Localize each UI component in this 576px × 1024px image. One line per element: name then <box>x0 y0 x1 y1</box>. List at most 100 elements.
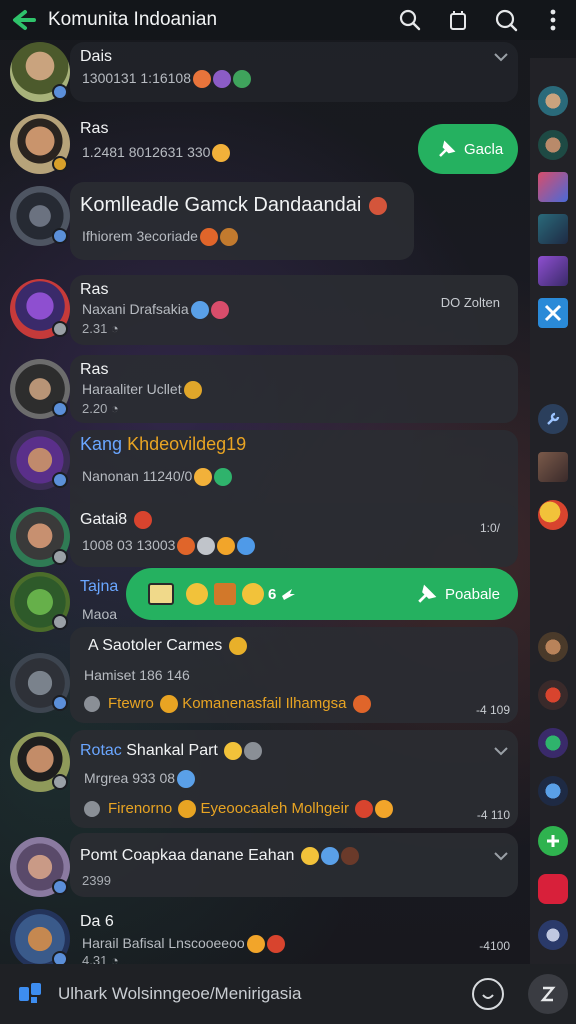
avatar[interactable] <box>10 837 70 897</box>
message-preview: Haraaliter Ucllet <box>82 381 202 400</box>
tagged-message: Firenorno Eyeoocaaleh Molhgeir <box>84 800 394 819</box>
list-item[interactable]: Da 6 Harail Bafisal Lnscooeeoo 4.31 ◔ -4… <box>0 905 530 964</box>
group-name: A Saotoler Carmes <box>88 637 247 655</box>
chevron-down-icon <box>494 53 508 62</box>
back-arrow-icon <box>13 10 36 30</box>
plus-icon <box>547 835 559 847</box>
list-item[interactable]: Rotac Shankal Part Mrgrea 933 08 Firenor… <box>0 730 530 832</box>
back-button[interactable] <box>0 0 48 40</box>
avatar[interactable] <box>10 653 70 713</box>
list-item[interactable]: Ras Naxani Drafsakia 2.31 ◔ DO Zolten <box>0 275 530 347</box>
verified-badge <box>52 84 68 100</box>
chat-search-icon <box>495 9 518 32</box>
forward-action-label: Poabale <box>444 585 500 603</box>
timestamp: 2.20 ◔ <box>82 401 119 416</box>
avatar[interactable] <box>10 186 70 246</box>
add-button[interactable] <box>538 826 568 856</box>
list-item[interactable]: Pomt Coapkaa danane Eahan 2399 <box>0 833 530 901</box>
app-logo-icon <box>19 983 41 1003</box>
verified-badge <box>52 695 68 711</box>
rail-tool-button[interactable] <box>538 404 568 434</box>
verified-badge <box>52 228 68 244</box>
contact-name: Gatai8 <box>80 511 152 529</box>
right-label: -4 109 <box>475 703 510 717</box>
emoji-icon <box>482 994 494 999</box>
sticker-icon[interactable] <box>538 874 568 904</box>
page-title: Komunita Indoanian <box>48 9 218 30</box>
message-preview: 1008 03 13003 <box>82 537 256 556</box>
avatar[interactable] <box>10 909 70 964</box>
rail-avatar[interactable] <box>538 632 568 662</box>
right-label: -4100 <box>479 939 510 953</box>
right-label: -4 110 <box>476 808 510 822</box>
avatar[interactable] <box>10 507 70 567</box>
avatar[interactable] <box>10 114 70 174</box>
attach-button[interactable] <box>528 974 568 1014</box>
timestamp: 4.31 ◔ <box>82 953 119 964</box>
shortcut-rail <box>530 58 576 964</box>
list-item[interactable]: Ras Haraaliter Ucllet 2.20 ◔ <box>0 355 530 427</box>
emoji-button[interactable] <box>472 978 504 1010</box>
verified-badge <box>52 156 68 172</box>
avatar[interactable] <box>10 42 70 102</box>
avatar[interactable] <box>10 430 70 490</box>
message-input[interactable]: Ulhark Wolsinngeoe/Menirigasia <box>58 984 472 1004</box>
right-label: 1:0/ <box>479 521 500 535</box>
avatar[interactable] <box>10 359 70 419</box>
verified-badge <box>52 321 68 337</box>
chat-list[interactable]: Dais 1300131 1:16108 Ras 1.2481 8012631 … <box>0 40 530 964</box>
rail-avatar[interactable] <box>538 130 568 160</box>
message-preview: Ifhiorem 3ecoriade <box>82 228 238 247</box>
x-icon <box>544 304 562 322</box>
wrench-icon <box>547 412 560 425</box>
copy-button[interactable] <box>434 0 482 40</box>
message-preview: Naxani Drafsakia <box>82 301 229 320</box>
game-icon[interactable] <box>538 920 568 950</box>
rail-avatar[interactable] <box>538 680 568 710</box>
verified-badge <box>52 774 68 790</box>
message-preview: Mrgrea 933 08 <box>84 770 196 789</box>
chevron-down-icon <box>494 747 508 756</box>
verified-badge <box>52 401 68 417</box>
search-button[interactable] <box>386 0 434 40</box>
list-item[interactable]: Dais 1300131 1:16108 <box>0 40 530 106</box>
composer-bar: Ulhark Wolsinngeoe/Menirigasia <box>0 964 576 1024</box>
verified-badge <box>52 472 68 488</box>
emoji-fire-icon[interactable] <box>538 500 568 530</box>
contact-name: Tajna <box>80 578 119 595</box>
group-name: Kang Khdeovildeg19 <box>80 434 247 454</box>
contact-name: Ras <box>80 281 109 298</box>
contact-name: Da 6 <box>80 913 114 930</box>
menu-button[interactable] <box>530 0 576 40</box>
avatar[interactable] <box>10 279 70 339</box>
list-item[interactable]: Gatai8 1008 03 13003 1:0/ <box>0 503 530 573</box>
right-label: DO Zolten <box>440 295 500 310</box>
copy-icon <box>450 11 466 30</box>
rail-avatar[interactable] <box>538 728 568 758</box>
rail-thumbnail[interactable] <box>538 452 568 482</box>
message-preview: 1.2481 8012631 330 <box>82 144 231 163</box>
chat-search-button[interactable] <box>482 0 530 40</box>
message-preview: 1300131 1:16108 <box>82 70 251 89</box>
avatar[interactable] <box>10 572 70 632</box>
sticker-icon[interactable] <box>148 583 174 605</box>
list-item[interactable]: Ras 1.2481 8012631 330 Gacla <box>0 112 530 182</box>
rail-avatar[interactable] <box>538 86 568 116</box>
rail-thumbnail[interactable] <box>538 214 568 244</box>
rail-avatar[interactable] <box>538 776 568 806</box>
top-bar: Komunita Indoanian <box>0 0 576 40</box>
rail-thumbnail[interactable] <box>538 172 568 202</box>
contact-name: Dais <box>80 48 113 65</box>
swipe-action-button[interactable]: Gacla <box>418 124 518 174</box>
list-item[interactable]: Komlleadle Gamck Dandaandai Ifhiorem 3ec… <box>0 180 530 262</box>
forward-action-bar[interactable]: 6 Poabale <box>126 568 518 620</box>
rail-x-button[interactable] <box>538 298 568 328</box>
timestamp: 2.31 ◔ <box>82 321 119 336</box>
rail-thumbnail[interactable] <box>538 256 568 286</box>
verified-badge <box>52 951 68 964</box>
contact-name: Ras <box>80 120 109 137</box>
avatar[interactable] <box>10 732 70 792</box>
swipe-action-label: Gacla <box>464 140 504 158</box>
group-name: Pomt Coapkaa danane Eahan <box>80 847 359 865</box>
list-item[interactable]: A Saotoler Carmes Hamiset 186 146 Ftewro… <box>0 625 530 727</box>
